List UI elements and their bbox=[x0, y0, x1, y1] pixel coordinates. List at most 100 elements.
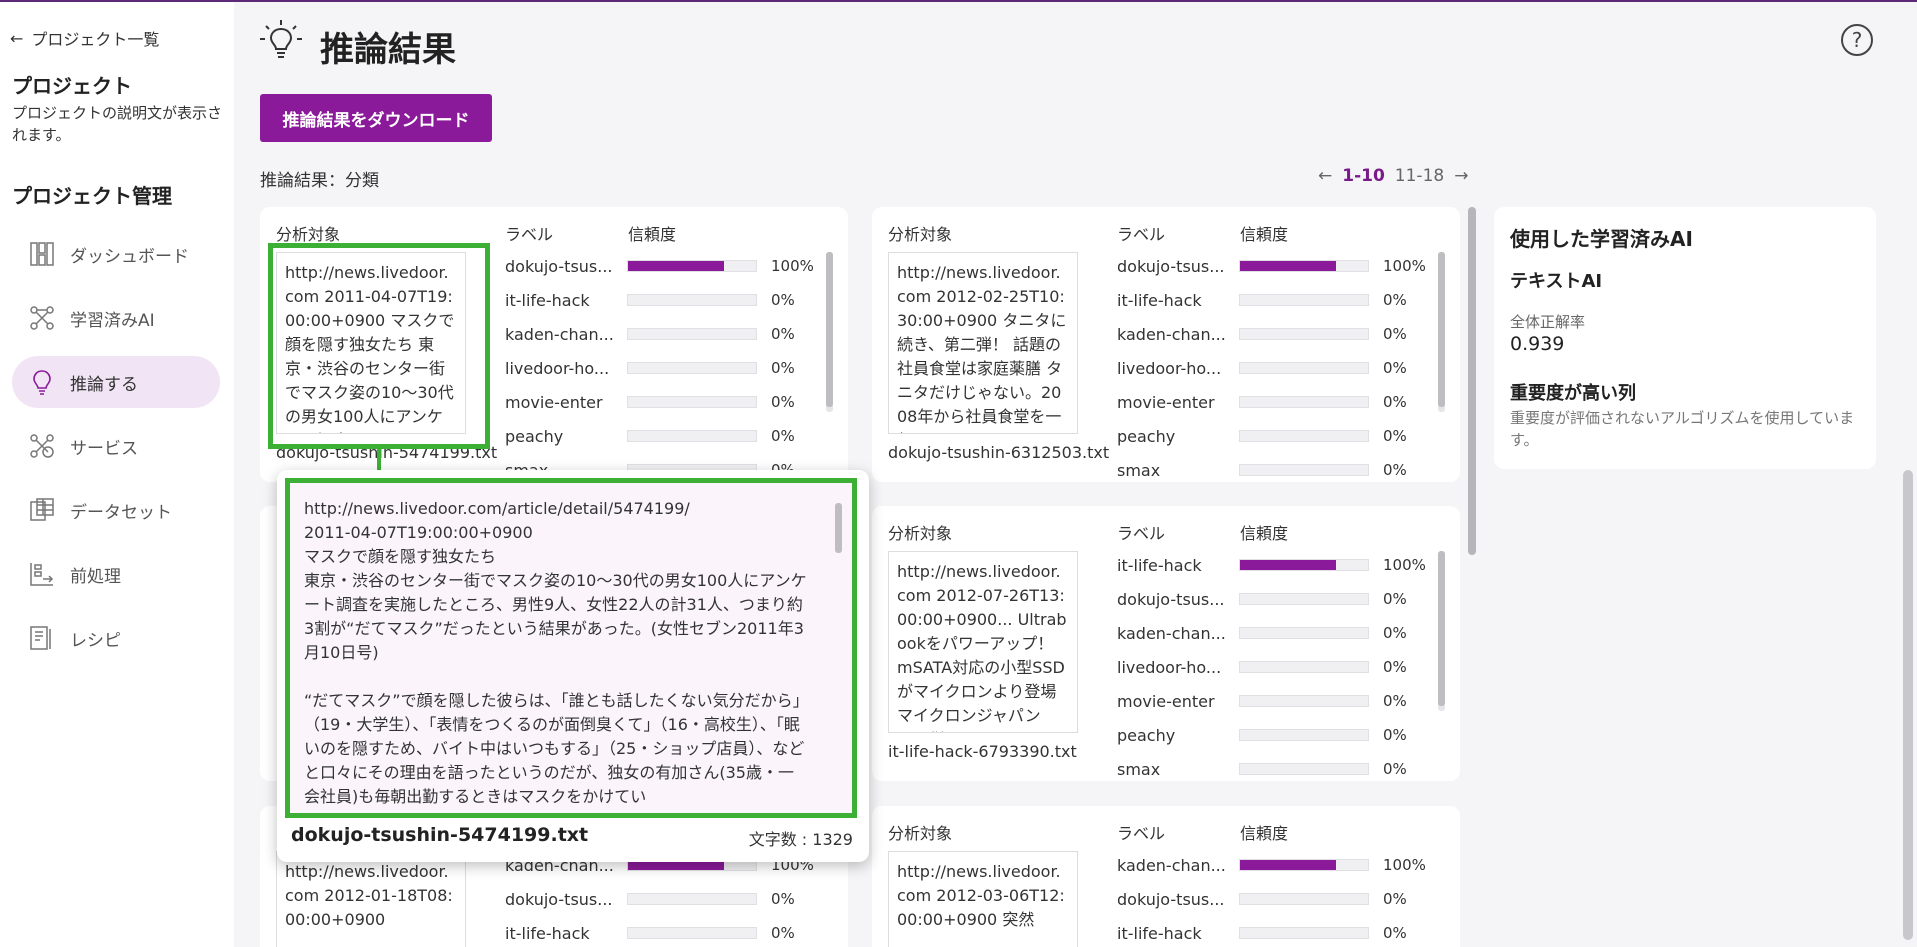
sidebar-item-dataset[interactable]: データセット bbox=[12, 484, 220, 536]
scrollbar-thumb[interactable] bbox=[826, 252, 833, 407]
pager-current[interactable]: 1-10 bbox=[1342, 166, 1385, 186]
confidence-value: 0% bbox=[1383, 325, 1407, 343]
label-name: kaden-chan... bbox=[1117, 855, 1226, 875]
column-target-header: 分析対象 bbox=[888, 524, 953, 543]
confidence-value: 100% bbox=[771, 257, 814, 275]
sidebar-item-label: 推論する bbox=[70, 374, 138, 395]
service-icon bbox=[28, 432, 56, 460]
prediction-row: livedoor-ho... 0% bbox=[1117, 650, 1442, 684]
confidence-value: 100% bbox=[1383, 856, 1426, 874]
confidence-bar bbox=[1239, 661, 1369, 673]
page-title: 推論結果 bbox=[320, 30, 456, 70]
sidebar-item-preprocess[interactable]: 前処理 bbox=[12, 548, 220, 600]
sidebar-item-inference[interactable]: 推論する bbox=[12, 356, 220, 408]
sidebar-item-label: ダッシュボード bbox=[70, 246, 189, 267]
prediction-row: movie-enter 0% bbox=[505, 385, 830, 419]
prediction-rows: dokujo-tsus... 100% it-life-hack 0% kaden-… bbox=[505, 249, 830, 482]
sidebar-item-label: サービス bbox=[70, 438, 138, 459]
prediction-row: smax 0% bbox=[1117, 752, 1442, 781]
card-scrollbar[interactable] bbox=[1438, 252, 1445, 412]
label-name: peachy bbox=[1117, 725, 1176, 745]
result-card: 分析対象 ラベル 信頼度 http://news.livedoor.com 20… bbox=[872, 806, 1460, 947]
ai-panel-title: 使用した学習済みAI bbox=[1510, 227, 1693, 251]
column-target-header: 分析対象 bbox=[888, 225, 953, 244]
prediction-row: peachy 0% bbox=[505, 419, 830, 453]
help-icon[interactable]: ? bbox=[1841, 24, 1873, 56]
back-link-label: プロジェクト一覧 bbox=[31, 30, 160, 49]
confidence-bar bbox=[1239, 559, 1369, 571]
column-label-header: ラベル bbox=[505, 225, 554, 244]
confidence-value: 0% bbox=[1383, 890, 1407, 908]
analysis-text-box[interactable]: http://news.livedoor.com 2012-02-25T10:3… bbox=[888, 252, 1078, 434]
label-name: kaden-chan... bbox=[505, 324, 614, 344]
sidebar-item-dashboard[interactable]: ダッシュボード bbox=[12, 228, 220, 280]
card-scrollbar[interactable] bbox=[1438, 551, 1445, 711]
download-results-button[interactable]: 推論結果をダウンロード bbox=[260, 94, 492, 142]
importance-title: 重要度が高い列 bbox=[1510, 383, 1636, 404]
sidebar-item-trained-ai[interactable]: 学習済みAI bbox=[12, 292, 220, 344]
sidebar-item-label: データセット bbox=[70, 502, 172, 523]
section-label: 推論結果：分類 bbox=[260, 171, 379, 191]
label-name: dokujo-tsus... bbox=[505, 256, 613, 276]
scrollbar-thumb[interactable] bbox=[1438, 252, 1445, 407]
label-name: kaden-chan... bbox=[1117, 623, 1226, 643]
confidence-bar bbox=[1239, 859, 1369, 871]
confidence-value: 0% bbox=[771, 291, 795, 309]
confidence-value: 0% bbox=[771, 325, 795, 343]
sidebar-item-recipe[interactable]: レシピ bbox=[12, 612, 220, 664]
trained-ai-panel: 使用した学習済みAI テキストAI 全体正解率 0.939 重要度が高い列 重要… bbox=[1494, 207, 1876, 469]
column-target-header: 分析対象 bbox=[276, 225, 341, 244]
label-name: peachy bbox=[505, 426, 564, 446]
confidence-bar bbox=[627, 927, 757, 939]
prediction-row: livedoor-ho... 0% bbox=[1117, 351, 1442, 385]
label-name: livedoor-ho... bbox=[1117, 657, 1222, 677]
confidence-bar bbox=[1239, 695, 1369, 707]
ai-model-name: テキストAI bbox=[1510, 271, 1603, 292]
accuracy-value: 0.939 bbox=[1510, 333, 1565, 355]
confidence-bar bbox=[627, 362, 757, 374]
confidence-value: 0% bbox=[1383, 359, 1407, 377]
recipe-icon bbox=[28, 624, 56, 652]
column-confidence-header: 信頼度 bbox=[1240, 524, 1289, 543]
label-name: dokujo-tsus... bbox=[505, 889, 613, 909]
popup-scrollbar[interactable] bbox=[835, 503, 842, 553]
scrollbar-thumb[interactable] bbox=[1468, 207, 1476, 555]
confidence-value: 0% bbox=[1383, 924, 1407, 942]
confidence-value: 0% bbox=[1383, 427, 1407, 445]
prediction-row: livedoor-ho... 0% bbox=[505, 351, 830, 385]
results-scrollbar[interactable] bbox=[1468, 207, 1476, 555]
confidence-bar bbox=[1239, 294, 1369, 306]
confidence-bar bbox=[1239, 593, 1369, 605]
popup-text-area[interactable]: http://news.livedoor.com/article/detail/… bbox=[285, 478, 857, 818]
popup-char-count: 文字数 : 1329 bbox=[748, 830, 853, 849]
analysis-text-box[interactable]: http://news.livedoor.com 2012-03-06T12:0… bbox=[888, 851, 1078, 947]
card-scrollbar[interactable] bbox=[826, 252, 833, 412]
column-confidence-header: 信頼度 bbox=[1240, 225, 1289, 244]
confidence-value: 0% bbox=[1383, 726, 1407, 744]
confidence-fill bbox=[628, 261, 724, 271]
popup-file-name: dokujo-tsushin-5474199.txt bbox=[291, 824, 589, 846]
prediction-rows: kaden-chan... 100% dokujo-tsus... 0% it-li… bbox=[1117, 848, 1442, 947]
analysis-text-box[interactable]: http://news.livedoor.com 2012-07-26T13:0… bbox=[888, 551, 1078, 733]
pager-next-range[interactable]: 11-18 bbox=[1395, 166, 1444, 186]
confidence-bar bbox=[1239, 627, 1369, 639]
page-scrollbar[interactable] bbox=[1903, 470, 1913, 940]
analysis-text-box[interactable]: http://news.livedoor.com 2012-01-18T08:0… bbox=[276, 851, 466, 947]
confidence-fill bbox=[1240, 560, 1336, 570]
sidebar-nav: ダッシュボード 学習済みAI 推論する サービス データセット 前処理 レシピ bbox=[12, 228, 220, 676]
prediction-rows: dokujo-tsus... 100% it-life-hack 0% kaden-… bbox=[1117, 249, 1442, 482]
pager-prev-icon[interactable]: ← bbox=[1318, 166, 1332, 186]
prediction-row: movie-enter 0% bbox=[1117, 385, 1442, 419]
label-name: kaden-chan... bbox=[1117, 324, 1226, 344]
back-to-projects-link[interactable]: ← プロジェクト一覧 bbox=[10, 26, 159, 50]
pager-next-icon[interactable]: → bbox=[1454, 166, 1468, 186]
label-name: movie-enter bbox=[1117, 392, 1215, 412]
confidence-value: 0% bbox=[1383, 461, 1407, 479]
confidence-bar bbox=[627, 396, 757, 408]
sidebar-item-service[interactable]: サービス bbox=[12, 420, 220, 472]
result-card: 分析対象 ラベル 信頼度 http://news.livedoor.com 20… bbox=[872, 207, 1460, 482]
prediction-row: kaden-chan... 0% bbox=[505, 317, 830, 351]
result-card: 分析対象 ラベル 信頼度 http://news.livedoor.com 20… bbox=[872, 506, 1460, 781]
scrollbar-thumb[interactable] bbox=[1438, 551, 1445, 706]
label-name: smax bbox=[1117, 460, 1161, 480]
